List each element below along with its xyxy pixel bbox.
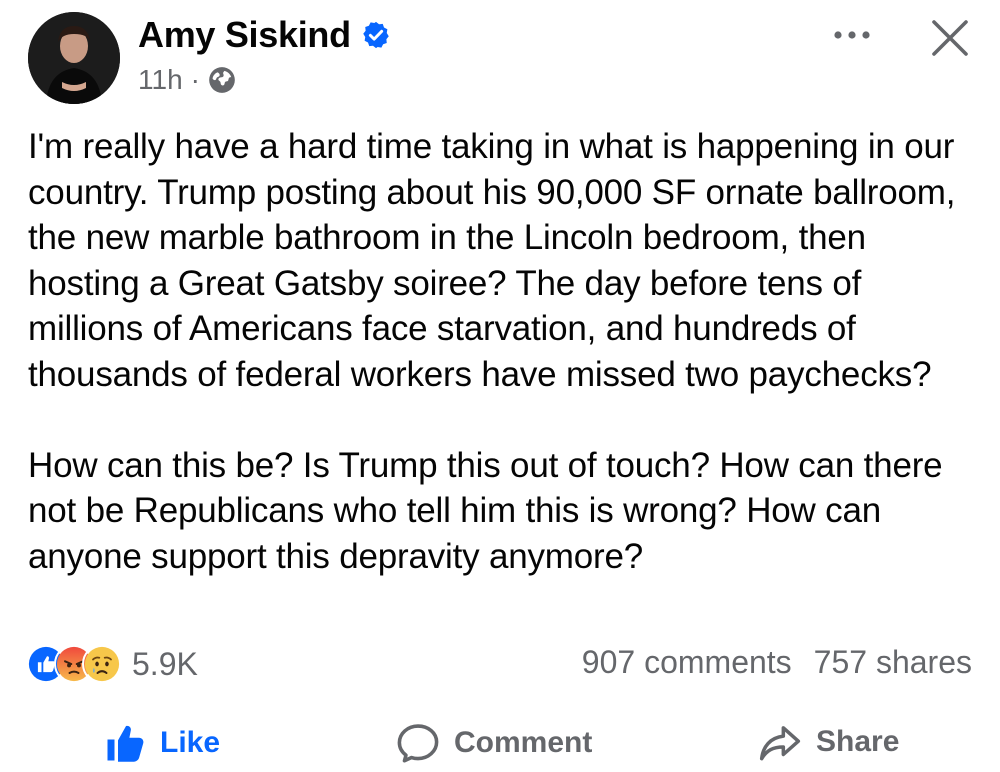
action-bar: Like Comment Share — [0, 718, 1000, 772]
meta-separator: · — [190, 64, 200, 95]
share-arrow-icon — [759, 726, 801, 761]
reaction-count: 5.9K — [132, 645, 198, 682]
more-dots-icon — [834, 31, 870, 39]
reactions-summary[interactable]: 5.9K — [26, 644, 198, 684]
reaction-icons — [26, 644, 122, 684]
more-options-button[interactable] — [828, 20, 876, 50]
comment-label: Comment — [454, 726, 593, 759]
comment-bubble-icon — [397, 724, 439, 763]
shares-count[interactable]: 757 shares — [814, 644, 972, 681]
post-meta: 11h · — [138, 64, 236, 96]
engagement-stats: 907 comments 757 shares — [582, 644, 972, 681]
author-name[interactable]: Amy Siskind — [138, 14, 351, 56]
like-label: Like — [160, 726, 221, 759]
sad-reaction-icon — [82, 644, 122, 684]
verified-badge-icon — [361, 20, 391, 50]
close-button[interactable] — [928, 16, 972, 60]
avatar-photo — [28, 12, 120, 104]
post-paragraph: How can this be? Is Trump this out of to… — [28, 445, 943, 576]
globe-icon — [208, 66, 236, 94]
close-icon — [932, 20, 968, 56]
comment-button[interactable]: Comment — [396, 722, 592, 764]
comments-count[interactable]: 907 comments — [582, 644, 792, 681]
share-button[interactable]: Share — [758, 722, 899, 762]
avatar[interactable] — [28, 12, 120, 104]
facebook-post: Amy Siskind 11h · I'm really have a hard… — [0, 0, 1000, 772]
post-body: I'm really have a hard time taking in wh… — [28, 124, 973, 579]
like-button[interactable]: Like — [104, 722, 220, 764]
share-label: Share — [816, 725, 900, 758]
author-row: Amy Siskind — [138, 14, 391, 56]
post-paragraph: I'm really have a hard time taking in wh… — [28, 127, 956, 394]
post-time[interactable]: 11h — [138, 64, 183, 96]
thumbs-up-icon — [107, 725, 144, 762]
